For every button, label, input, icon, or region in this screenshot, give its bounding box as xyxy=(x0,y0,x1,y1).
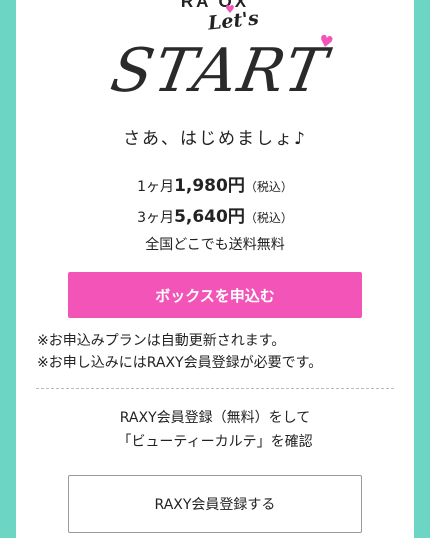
register-info-line2: 「ビューティーカルテ」を確認 xyxy=(117,434,313,450)
heart-icon: ♥ xyxy=(225,3,235,16)
price-list: 1ヶ月1,980円（税込） 3ヶ月5,640円（税込） xyxy=(16,172,414,234)
note-auto-renew: ※お申込みプランは自動更新されます。 xyxy=(37,333,286,349)
heart-icon: ♥ xyxy=(317,30,336,53)
dashed-divider xyxy=(36,388,394,389)
free-shipping-text: 全国どこでも送料無料 xyxy=(145,237,285,253)
tagline: さあ、はじめましょ♪ xyxy=(123,129,307,149)
price-period: 3ヶ月 xyxy=(137,210,175,226)
brand-arc-text: RA OX xyxy=(180,0,250,11)
register-info: RAXY会員登録（無料）をして 「ビューティーカルテ」を確認 xyxy=(16,406,414,454)
price-amount: 5,640円 xyxy=(174,207,245,227)
hero-logo: RA OX Let's ♥ START ♥ xyxy=(16,0,414,122)
notes: ※お申込みプランは自動更新されます。 ※お申し込みにはRAXY会員登録が必要です… xyxy=(37,330,322,374)
price-period: 1ヶ月 xyxy=(137,179,175,195)
start-title: START xyxy=(105,36,334,106)
price-tax: （税込） xyxy=(244,180,293,194)
register-button[interactable]: RAXY会員登録する xyxy=(68,475,362,533)
left-border xyxy=(0,0,16,538)
price-amount: 1,980円 xyxy=(174,176,245,196)
price-quarterly: 3ヶ月5,640円（税込） xyxy=(16,203,414,231)
price-monthly: 1ヶ月1,980円（税込） xyxy=(16,172,414,200)
right-border xyxy=(414,0,430,538)
note-membership-required: ※お申し込みにはRAXY会員登録が必要です。 xyxy=(37,355,323,371)
page: RA OX Let's ♥ START ♥ さあ、はじめましょ♪ 1ヶ月1,98… xyxy=(0,0,430,538)
apply-box-button[interactable]: ボックスを申込む xyxy=(68,272,362,318)
register-info-line1: RAXY会員登録（無料）をして xyxy=(119,410,311,426)
price-tax: （税込） xyxy=(244,211,293,225)
